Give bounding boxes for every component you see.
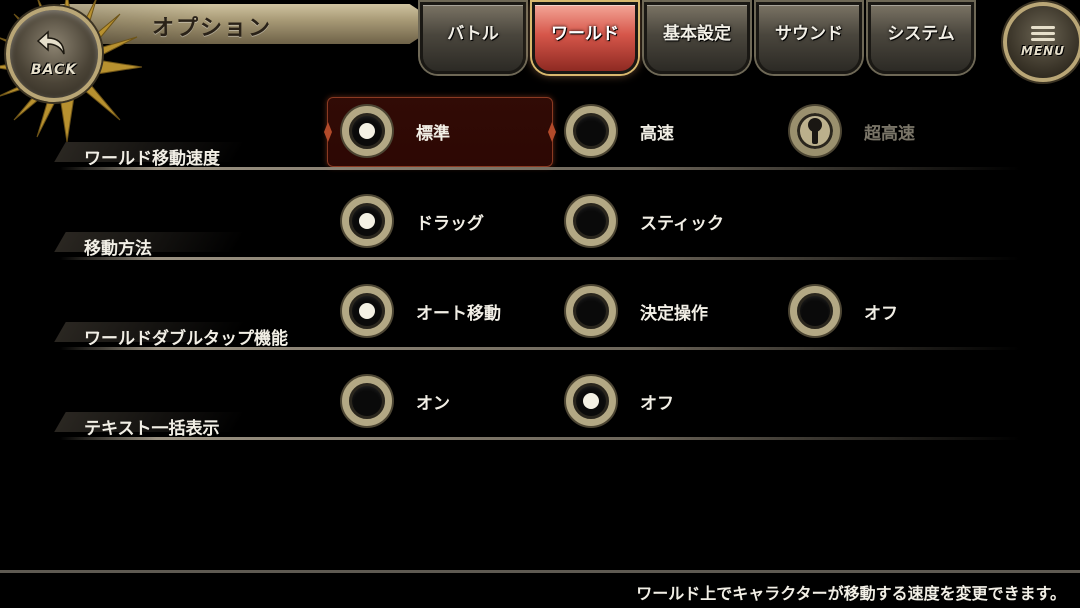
option-label: ドラッグ: [416, 213, 484, 234]
radio-selected[interactable]: [342, 106, 392, 156]
row-divider: [60, 347, 1020, 350]
option-label: オフ: [864, 303, 898, 324]
radio-selected[interactable]: [342, 286, 392, 336]
row-divider: [60, 437, 1020, 440]
row-divider: [60, 257, 1020, 260]
back-label: BACK: [30, 62, 78, 78]
option-label: 決定操作: [640, 303, 708, 324]
help-text: ワールド上でキャラクターが移動する速度を変更できます。: [636, 584, 1066, 603]
radio-unselected[interactable]: [566, 286, 616, 336]
radio-selected[interactable]: [566, 376, 616, 426]
setting-label-text-display: テキスト一括表示: [84, 419, 220, 439]
option-label: オフ: [640, 393, 674, 414]
row-divider: [60, 167, 1020, 170]
hamburger-icon: [1031, 23, 1055, 44]
page-title: オプション: [152, 16, 273, 41]
footer-divider: [0, 570, 1080, 573]
tab-label: ワールド: [551, 24, 619, 44]
option-super-fast: 超高速: [790, 106, 915, 156]
tab-world[interactable]: ワールド: [532, 2, 638, 74]
tab-sound[interactable]: サウンド: [756, 2, 862, 74]
tab-battle[interactable]: バトル: [420, 2, 526, 74]
setting-label-world-move-speed: ワールド移動速度: [84, 149, 220, 169]
option-auto-move[interactable]: オート移動: [342, 286, 501, 336]
tab-label: システム: [887, 24, 955, 44]
tab-label: 基本設定: [663, 24, 731, 44]
option-label: 高速: [640, 123, 674, 144]
keyhole-lock-icon: [808, 118, 822, 144]
option-label: スティック: [640, 213, 724, 234]
radio-selected[interactable]: [342, 196, 392, 246]
option-drag[interactable]: ドラッグ: [342, 196, 484, 246]
locked-option: [790, 106, 840, 156]
option-confirm[interactable]: 決定操作: [566, 286, 708, 336]
option-off[interactable]: オフ: [566, 376, 674, 426]
option-label: オート移動: [416, 303, 501, 324]
tab-basic-settings[interactable]: 基本設定: [644, 2, 750, 74]
radio-unselected[interactable]: [342, 376, 392, 426]
back-button[interactable]: BACK: [6, 6, 102, 102]
option-standard[interactable]: 標準: [342, 106, 450, 156]
option-stick[interactable]: スティック: [566, 196, 724, 246]
radio-unselected[interactable]: [566, 106, 616, 156]
tab-label: バトル: [447, 24, 499, 44]
radio-unselected[interactable]: [790, 286, 840, 336]
radio-unselected[interactable]: [566, 196, 616, 246]
option-label: 超高速: [864, 123, 915, 144]
menu-label: MENU: [1021, 43, 1065, 58]
tab-system[interactable]: システム: [868, 2, 974, 74]
menu-button[interactable]: MENU: [1003, 2, 1080, 82]
option-label: 標準: [416, 123, 450, 144]
option-label: オン: [416, 393, 450, 414]
back-arrow-icon: [36, 30, 65, 55]
setting-label-double-tap: ワールドダブルタップ機能: [84, 329, 288, 349]
option-off[interactable]: オフ: [790, 286, 898, 336]
option-on[interactable]: オン: [342, 376, 450, 426]
setting-label-move-method: 移動方法: [84, 239, 152, 259]
option-fast[interactable]: 高速: [566, 106, 674, 156]
tab-label: サウンド: [775, 24, 843, 44]
